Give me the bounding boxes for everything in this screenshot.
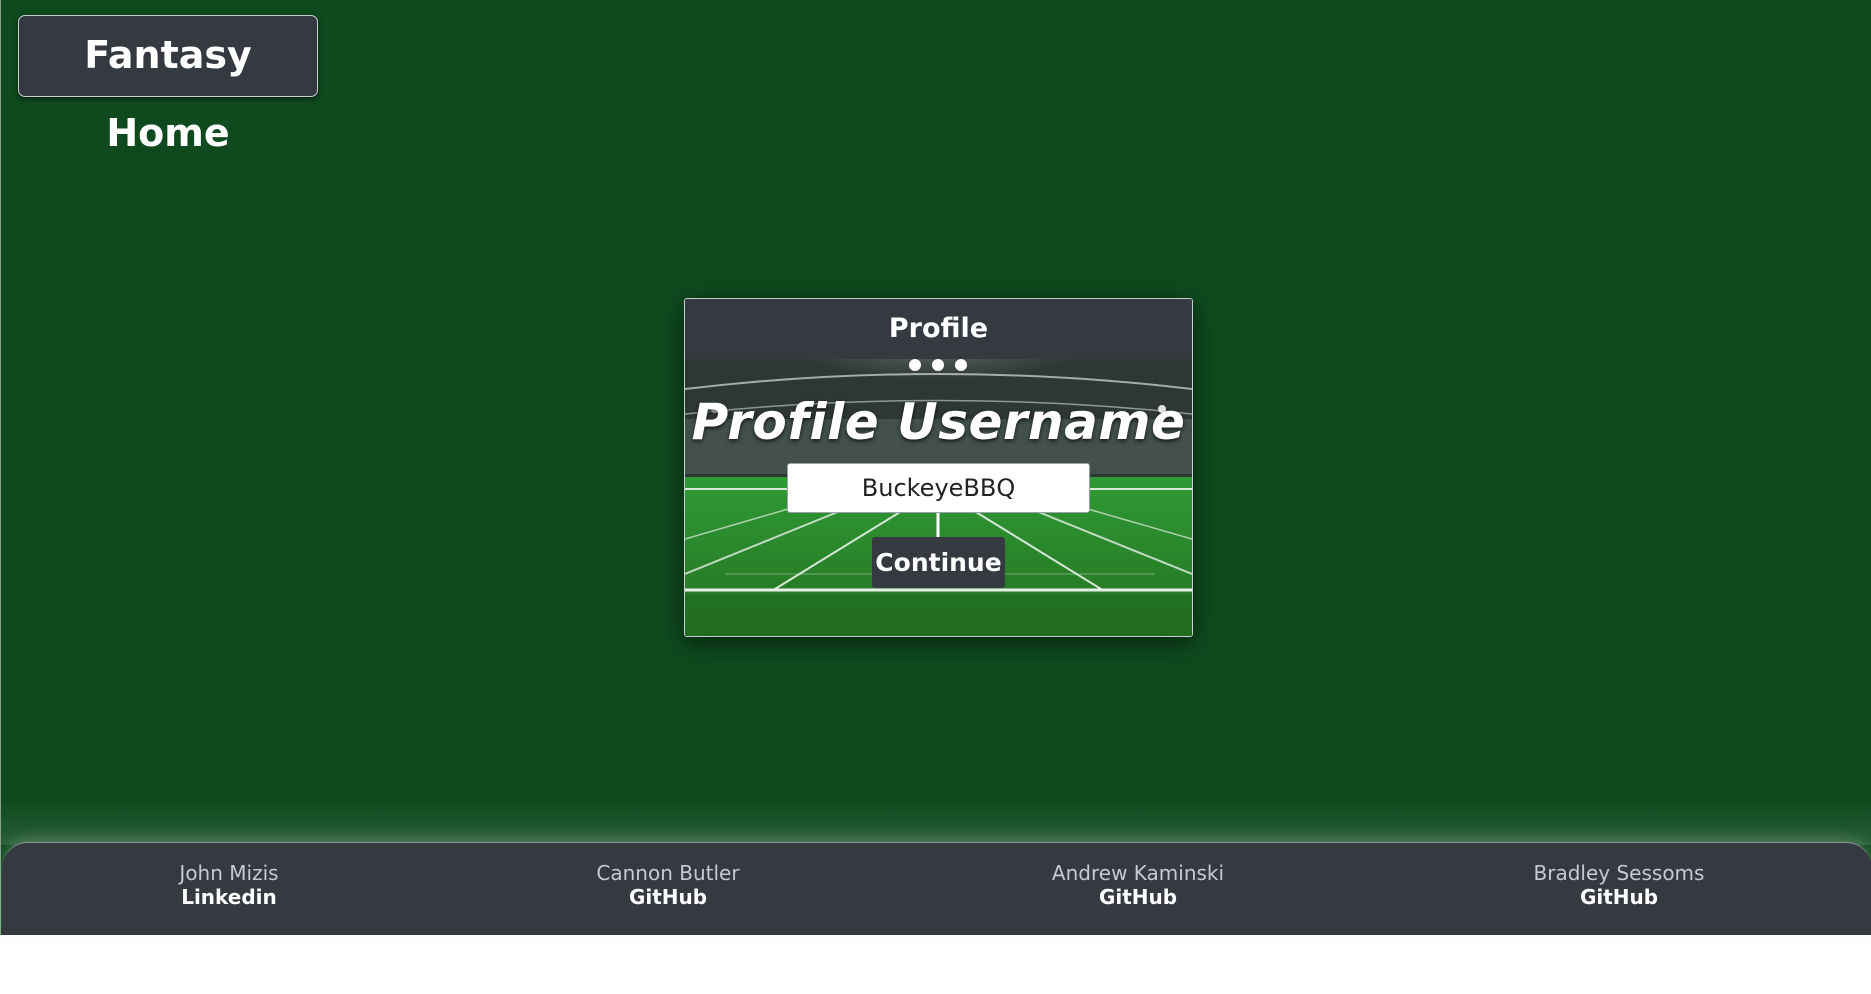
member-name: John Mizis (179, 861, 279, 885)
github-link[interactable]: GitHub (518, 885, 818, 909)
profile-username-heading: Profile Username (691, 393, 1186, 451)
github-link[interactable]: GitHub (1469, 885, 1769, 909)
profile-card-header: Profile (685, 299, 1192, 359)
member-name: Cannon Butler (596, 861, 740, 885)
team-member-andrew-kaminski: Andrew Kaminski GitHub (988, 861, 1288, 909)
footer-glow (1, 800, 1871, 845)
username-input[interactable] (787, 463, 1090, 513)
linkedin-link[interactable]: Linkedin (79, 885, 379, 909)
footer: John Mizis Linkedin Cannon Butler GitHub… (2, 842, 1871, 935)
member-name: Bradley Sessoms (1533, 861, 1705, 885)
profile-card-body: Profile Username Continue (685, 359, 1192, 636)
profile-card: Profile Profile Username BuckeyeBBQ Cont… (684, 298, 1193, 637)
team-member-john-mizis: John Mizis Linkedin (79, 861, 379, 909)
team-member-cannon-butler: Cannon Butler GitHub (518, 861, 818, 909)
team-member-bradley-sessoms: Bradley Sessoms GitHub (1469, 861, 1769, 909)
member-name: Andrew Kaminski (1051, 861, 1225, 885)
app-background: Fantasy Home Profile Profile Username Bu… (0, 0, 1871, 935)
continue-button[interactable]: Continue (872, 537, 1005, 588)
fantasy-home-button[interactable]: Fantasy Home (18, 15, 318, 155)
github-link[interactable]: GitHub (988, 885, 1288, 909)
